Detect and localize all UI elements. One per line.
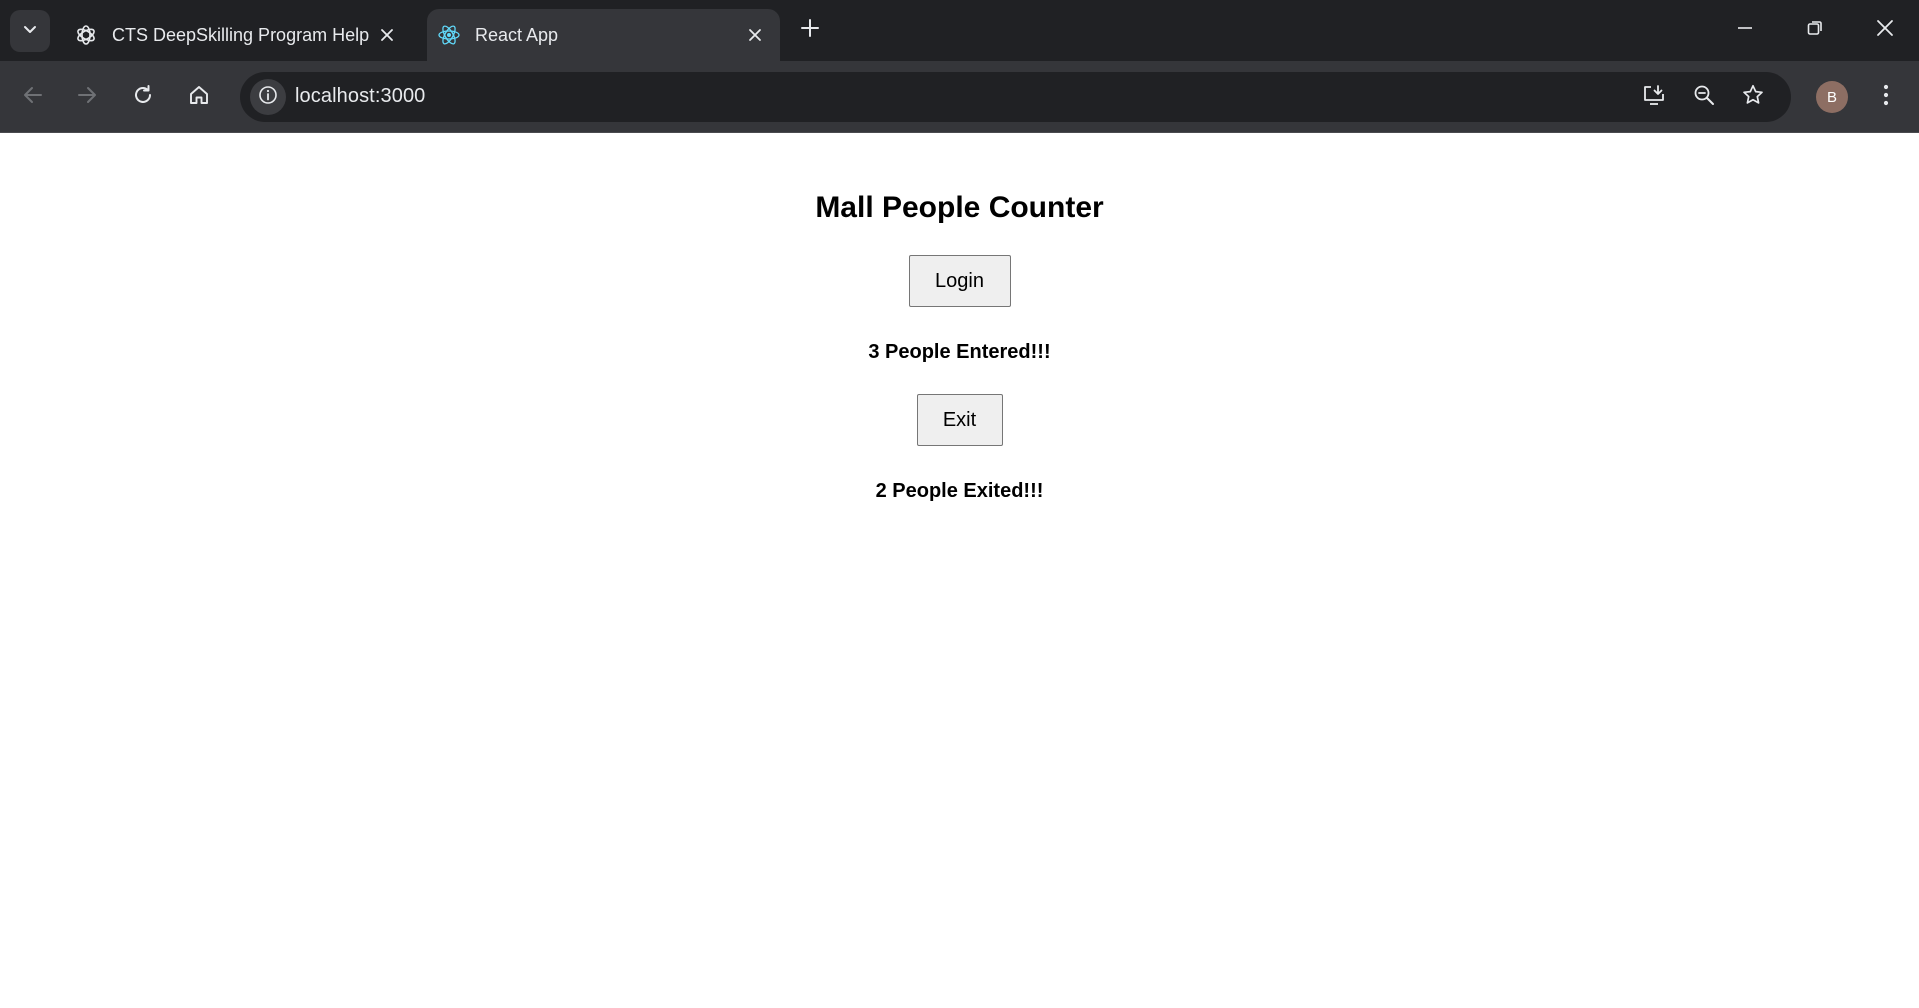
- close-icon[interactable]: [374, 22, 400, 48]
- zoom-button[interactable]: [1686, 79, 1722, 115]
- install-icon: [1642, 83, 1666, 112]
- site-info-button[interactable]: [250, 79, 286, 115]
- home-icon: [188, 84, 210, 111]
- entered-count-message: 3 People Entered!!!: [868, 341, 1051, 363]
- arrow-right-icon: [76, 84, 98, 111]
- profile-avatar[interactable]: B: [1816, 81, 1848, 113]
- restore-icon: [1806, 19, 1824, 42]
- zoom-out-icon: [1692, 83, 1716, 112]
- arrow-left-icon: [22, 84, 44, 111]
- plus-icon: [800, 18, 820, 43]
- reload-button[interactable]: [124, 78, 162, 116]
- reload-icon: [132, 84, 154, 111]
- new-tab-button[interactable]: [794, 14, 826, 46]
- tab-search-button[interactable]: [10, 10, 50, 52]
- exit-button[interactable]: Exit: [916, 394, 1003, 446]
- openai-icon: [74, 23, 98, 47]
- minimize-icon: [1736, 19, 1754, 42]
- tab-strip: CTS DeepSkilling Program Help React App: [0, 0, 1919, 61]
- address-bar[interactable]: localhost:3000: [240, 72, 1791, 122]
- tab-title: React App: [475, 24, 559, 45]
- back-button[interactable]: [14, 78, 52, 116]
- more-vertical-icon: [1882, 83, 1890, 112]
- menu-button[interactable]: [1867, 78, 1905, 116]
- bookmark-button[interactable]: [1735, 79, 1771, 115]
- close-icon[interactable]: [742, 22, 768, 48]
- tab-title: CTS DeepSkilling Program Help: [112, 24, 370, 45]
- info-icon: [258, 85, 278, 110]
- forward-button[interactable]: [68, 78, 106, 116]
- star-icon: [1741, 83, 1765, 112]
- home-button[interactable]: [180, 78, 218, 116]
- exited-count-message: 2 People Exited!!!: [875, 480, 1044, 502]
- url-text[interactable]: localhost:3000: [295, 85, 425, 108]
- browser-window: CTS DeepSkilling Program Help React App: [0, 0, 1919, 1008]
- close-icon: [1876, 19, 1894, 42]
- page-title: Mall People Counter: [815, 191, 1104, 224]
- install-app-button[interactable]: [1636, 79, 1672, 115]
- tab-react-app[interactable]: React App: [427, 9, 780, 61]
- app-root: Mall People Counter Login 3 People Enter…: [0, 133, 1919, 503]
- profile-initial: B: [1826, 88, 1837, 106]
- chevron-down-icon: [22, 21, 38, 42]
- restore-button[interactable]: [1790, 8, 1840, 52]
- browser-toolbar: localhost:3000 B: [0, 61, 1919, 133]
- react-icon: [437, 23, 461, 47]
- close-window-button[interactable]: [1860, 8, 1910, 52]
- login-button[interactable]: Login: [908, 255, 1011, 307]
- page-viewport: Mall People Counter Login 3 People Enter…: [0, 133, 1919, 1008]
- tab-cts-deepskilling[interactable]: CTS DeepSkilling Program Help: [60, 9, 412, 61]
- minimize-button[interactable]: [1720, 8, 1770, 52]
